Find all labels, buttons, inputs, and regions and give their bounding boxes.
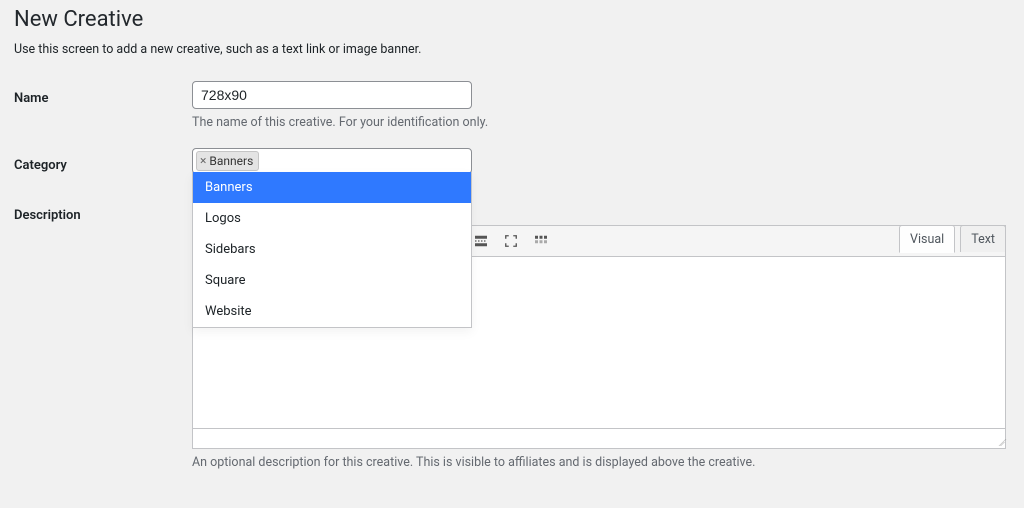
category-option[interactable]: Sidebars <box>193 234 471 265</box>
category-option[interactable]: Banners <box>193 172 471 203</box>
close-icon[interactable]: × <box>200 154 206 168</box>
description-row: Description Visual Text <box>14 198 1006 470</box>
resize-grip-icon[interactable] <box>993 436 1003 446</box>
category-input[interactable]: × Banners <box>192 148 472 174</box>
editor-tabs: Visual Text <box>899 225 1006 253</box>
category-token-label: Banners <box>209 154 253 168</box>
description-helper: An optional description for this creativ… <box>192 455 1006 470</box>
description-label: Description <box>14 208 81 223</box>
category-label: Category <box>14 158 67 173</box>
category-token[interactable]: × Banners <box>196 151 259 171</box>
name-row: Name The name of this creative. For your… <box>14 81 1006 130</box>
name-label: Name <box>14 91 48 106</box>
fullscreen-icon[interactable] <box>497 228 525 254</box>
screen-note: Use this screen to add a new creative, s… <box>14 42 1006 57</box>
category-dropdown: Banners Logos Sidebars Square Website <box>192 172 472 328</box>
tab-visual[interactable]: Visual <box>899 225 955 253</box>
toolbar-toggle-icon[interactable] <box>527 228 555 254</box>
category-option[interactable]: Square <box>193 265 471 296</box>
category-option[interactable]: Website <box>193 296 471 327</box>
tab-text[interactable]: Text <box>960 225 1006 252</box>
category-row: Category × Banners Banners Logos Sidebar… <box>14 148 1006 174</box>
name-input[interactable] <box>192 81 472 109</box>
page-title: New Creative <box>14 7 1006 32</box>
name-helper: The name of this creative. For your iden… <box>192 115 1006 130</box>
editor-path-bar <box>192 429 1006 449</box>
category-option[interactable]: Logos <box>193 203 471 234</box>
